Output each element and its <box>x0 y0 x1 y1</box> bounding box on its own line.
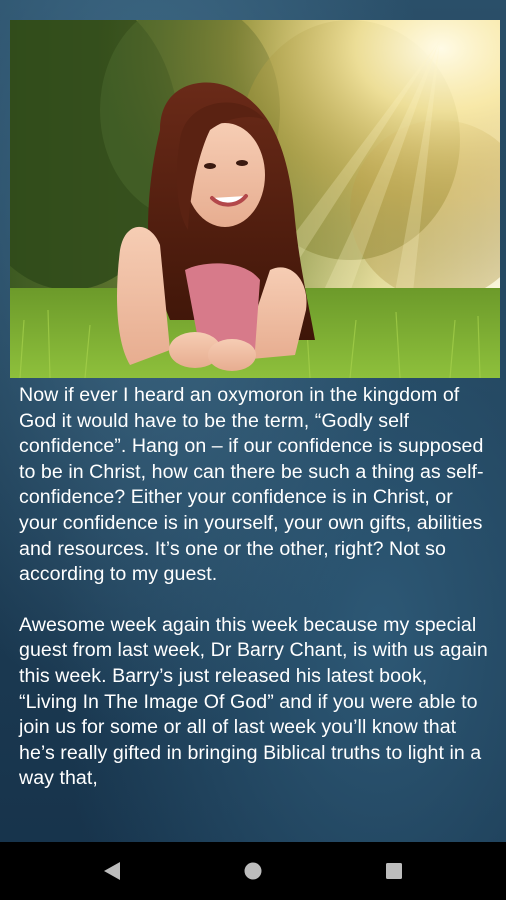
hero-illustration <box>10 20 500 378</box>
app-screen: Now if ever I heard an oxymoron in the k… <box>0 0 506 900</box>
back-triangle-icon <box>104 862 120 880</box>
home-button[interactable] <box>223 842 283 900</box>
hero-image <box>10 20 500 378</box>
recent-apps-button[interactable] <box>364 842 424 900</box>
back-button[interactable] <box>82 842 142 900</box>
article-body: Now if ever I heard an oxymoron in the k… <box>19 383 489 792</box>
article-paragraph: Awesome week again this week because my … <box>19 613 488 790</box>
recent-square-icon <box>386 863 402 879</box>
article-paragraph: Now if ever I heard an oxymoron in the k… <box>19 384 484 586</box>
system-navigation-bar <box>0 842 506 900</box>
home-circle-icon <box>244 862 262 880</box>
